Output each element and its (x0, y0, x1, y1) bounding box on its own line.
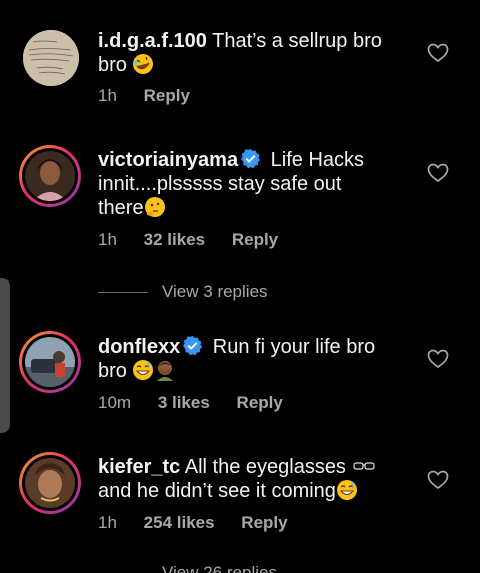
handwritten-note-image (23, 30, 79, 86)
rolling-on-floor-laughing-emoji (133, 54, 154, 74)
view-replies-label: View 3 replies (162, 282, 268, 301)
heart-outline-icon[interactable] (427, 43, 449, 63)
comment-time: 1h (98, 230, 117, 249)
comment-text: donflexx Run fi your life bro bro (98, 335, 388, 383)
comment-text: kiefer_tc All the eyeglasses and he didn… (98, 455, 398, 503)
comment-meta: 1h Reply (98, 86, 212, 106)
edge-panel-handle[interactable] (0, 278, 10, 433)
divider (98, 292, 148, 294)
likes-count[interactable]: 254 likes (144, 513, 215, 533)
comment-text: victoriainyama Life Hacks innit....plsss… (98, 148, 388, 220)
profile-photo (25, 151, 75, 201)
reply-button[interactable]: Reply (144, 86, 190, 106)
reply-button[interactable]: Reply (237, 393, 283, 413)
username[interactable]: i.d.g.a.f.100 (98, 30, 207, 52)
view-replies-button[interactable]: View 26 replies (98, 563, 277, 573)
username[interactable]: donflexx (98, 336, 180, 358)
comment-time: 1h (98, 513, 117, 532)
avatar-story-ring[interactable] (19, 331, 81, 393)
comment-meta: 10m 3 likes Reply (98, 393, 305, 413)
verified-badge-icon (241, 148, 261, 169)
view-replies-button[interactable]: View 3 replies (98, 282, 268, 302)
heart-outline-icon[interactable] (427, 163, 449, 183)
man-facepalming-emoji (157, 361, 174, 381)
comments-screen: i.d.g.a.f.100 That’s a sellrup bro bro 1… (0, 0, 480, 573)
likes-count[interactable]: 32 likes (144, 230, 205, 250)
grinning-sweat-emoji (336, 480, 357, 500)
comment-text: i.d.g.a.f.100 That’s a sellrup bro bro (98, 29, 398, 77)
username[interactable]: victoriainyama (98, 149, 238, 171)
profile-photo (25, 458, 75, 508)
heart-outline-icon[interactable] (427, 349, 449, 369)
likes-count[interactable]: 3 likes (158, 393, 210, 413)
comment-meta: 1h 32 likes Reply (98, 230, 300, 250)
thinking-face-emoji (144, 197, 165, 217)
view-replies-label: View 26 replies (162, 563, 277, 573)
reply-button[interactable]: Reply (241, 513, 287, 533)
reply-button[interactable]: Reply (232, 230, 278, 250)
verified-badge-icon (183, 335, 203, 356)
comment-time: 10m (98, 393, 132, 412)
username[interactable]: kiefer_tc (98, 456, 180, 478)
comment-meta: 1h 254 likes Reply (98, 513, 310, 533)
glasses-emoji (352, 462, 375, 470)
grinning-sweat-emoji (133, 360, 154, 380)
comment-body: All the eyeglasses (180, 456, 352, 478)
profile-photo (25, 337, 75, 387)
comment-time: 1h (98, 86, 117, 105)
heart-outline-icon[interactable] (427, 470, 449, 490)
comment-body-line2: and he didn’t see it coming (98, 480, 336, 502)
avatar[interactable] (23, 30, 79, 86)
avatar-story-ring[interactable] (19, 145, 81, 207)
avatar-story-ring[interactable] (19, 452, 81, 514)
